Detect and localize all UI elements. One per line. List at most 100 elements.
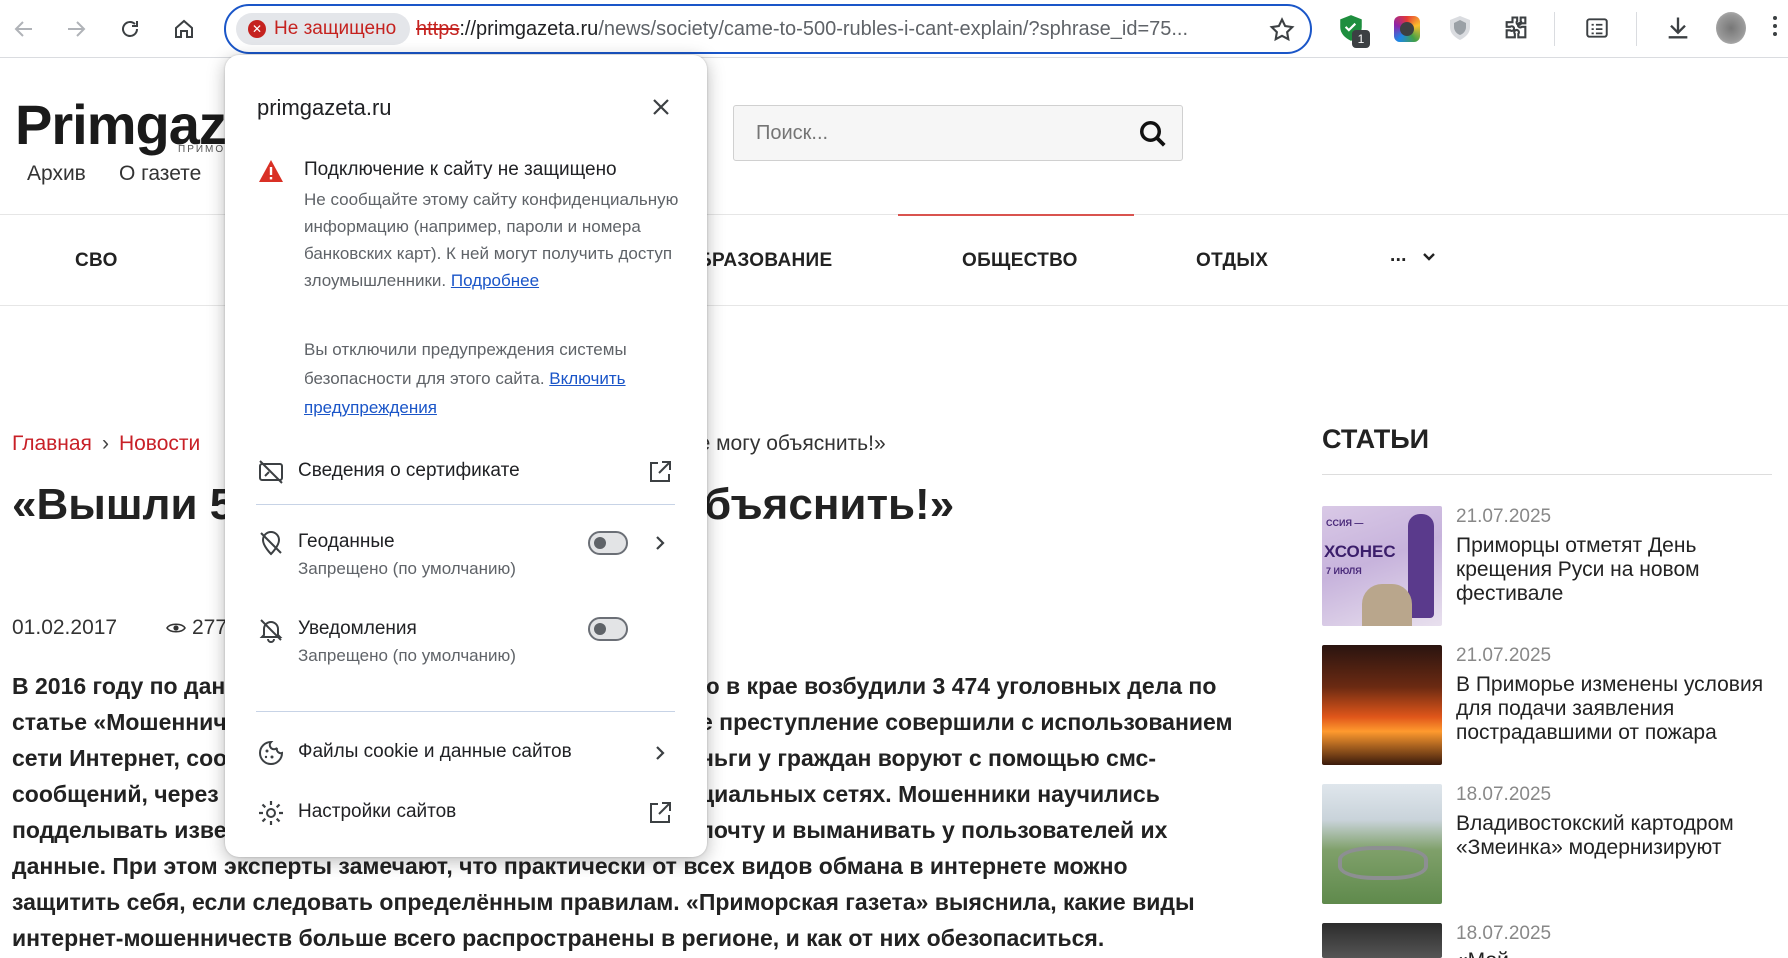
arrow-right-icon bbox=[68, 21, 86, 37]
thumbnail-church bbox=[1362, 584, 1412, 626]
article-line-left: статье «Мошеннич bbox=[12, 709, 227, 735]
category-svo[interactable]: СВО bbox=[75, 250, 118, 272]
search-icon[interactable] bbox=[1138, 119, 1168, 149]
certificate-off-icon bbox=[259, 460, 283, 484]
site-settings-label: Настройки сайтов bbox=[298, 801, 457, 822]
thumbnail-caption: 7 ИЮЛЯ bbox=[1326, 566, 1362, 576]
site-info-popup: primgazeta.ru Подключение к сайту не защ… bbox=[225, 55, 707, 857]
bookmark-star-icon[interactable] bbox=[1268, 16, 1296, 44]
url-host: ://primgazeta.ru bbox=[459, 18, 599, 40]
article-line-right: е преступление совершили с использование… bbox=[700, 709, 1233, 735]
external-link-icon bbox=[650, 461, 671, 482]
certificate-label: Сведения о сертификате bbox=[298, 460, 520, 481]
nav-about-link[interactable]: О газете bbox=[119, 162, 201, 186]
cookies-row[interactable]: Файлы cookie и данные сайтов bbox=[225, 728, 707, 778]
url-text[interactable]: https://primgazeta.ru/news/society/came-… bbox=[416, 18, 1236, 41]
search-input[interactable] bbox=[734, 106, 1124, 160]
extension-badge: 1 bbox=[1352, 30, 1370, 48]
article-headline-left: «Вышли 5 bbox=[12, 480, 235, 529]
article-views: 277 bbox=[166, 616, 227, 640]
cookie-icon bbox=[259, 740, 284, 765]
downloads-icon[interactable] bbox=[1664, 14, 1692, 42]
article-line-left: подделывать изве bbox=[12, 817, 227, 843]
chevron-down-icon bbox=[1422, 253, 1435, 261]
article-line-right: ньги у граждан воруют с помощью смс- bbox=[700, 745, 1156, 771]
article-line-right: циальных сетях. Мошенники научились bbox=[700, 781, 1160, 807]
eye-icon bbox=[166, 623, 186, 633]
sidebar-article-title[interactable]: В Приморье изменены условия для подачи з… bbox=[1456, 673, 1772, 745]
sidebar-article-item[interactable]: 18.07.2025 «Мой bbox=[1322, 923, 1772, 958]
breadcrumb: Главная › Новости bbox=[12, 432, 200, 456]
forward-button[interactable] bbox=[56, 9, 96, 49]
warnings-disabled-text: Вы отключили предупреждения системы безо… bbox=[304, 335, 684, 422]
not-secure-icon: ✕ bbox=[248, 20, 266, 38]
sidebar-article-title[interactable]: Приморцы отметят День крещения Руси на н… bbox=[1456, 534, 1772, 606]
sidebar-article-thumbnail bbox=[1322, 645, 1442, 765]
sidebar-article-date: 21.07.2025 bbox=[1456, 506, 1552, 527]
sidebar-article-item[interactable]: 21.07.2025 В Приморье изменены условия д… bbox=[1322, 645, 1772, 765]
warning-title: Подключение к сайту не защищено bbox=[304, 159, 617, 180]
learn-more-link[interactable]: Подробнее bbox=[451, 271, 539, 290]
nav-archive-link[interactable]: Архив bbox=[27, 162, 86, 186]
article-views-count: 277 bbox=[192, 616, 228, 639]
article-line-right: ю в крае возбудили 3 474 уголовных дела … bbox=[700, 673, 1217, 699]
geolocation-status: Запрещено (по умолчанию) bbox=[298, 559, 516, 578]
extension-shield[interactable]: 1 bbox=[1338, 14, 1370, 48]
article-line-left: интернет-мошенничеств больше всего распр… bbox=[12, 925, 1105, 951]
breadcrumb-home[interactable]: Главная bbox=[12, 432, 92, 455]
geolocation-row[interactable]: Геоданные Запрещено (по умолчанию) bbox=[225, 525, 707, 591]
sidebar-article-date: 18.07.2025 bbox=[1456, 923, 1552, 944]
sidebar-article-item[interactable]: ССИЯ — ХСОНЕС 7 ИЮЛЯ 21.07.2025 Приморцы… bbox=[1322, 506, 1772, 626]
sidebar-article-thumbnail bbox=[1322, 923, 1442, 958]
article-line-right: почту и выманивать у пользователей их bbox=[700, 817, 1168, 843]
security-chip[interactable]: ✕ Не защищено bbox=[236, 13, 411, 45]
article-date: 01.02.2017 bbox=[12, 616, 118, 639]
notifications-row[interactable]: Уведомления Запрещено (по умолчанию) bbox=[225, 612, 707, 678]
active-category-underline bbox=[898, 214, 1134, 216]
category-leisure[interactable]: ОТДЫХ bbox=[1196, 250, 1268, 272]
sidebar-article-title[interactable]: Владивостокский картодром «Змеинка» моде… bbox=[1456, 812, 1772, 860]
reload-button[interactable] bbox=[110, 9, 150, 49]
thumbnail-caption: ССИЯ — bbox=[1326, 518, 1364, 528]
thumbnail-track bbox=[1338, 846, 1428, 880]
article-line: интернет-мошенничеств больше всего распр… bbox=[12, 920, 1262, 956]
thumbnail-caption: ХСОНЕС bbox=[1324, 542, 1396, 561]
notifications-status: Запрещено (по умолчанию) bbox=[298, 646, 516, 665]
category-more-button[interactable]: ... bbox=[1390, 245, 1437, 267]
category-more-label: ... bbox=[1390, 245, 1407, 266]
certificate-row[interactable]: Сведения о сертификате bbox=[225, 447, 707, 497]
sidebar-article-item[interactable]: 18.07.2025 Владивостокский картодром «Зм… bbox=[1322, 784, 1772, 904]
home-button[interactable] bbox=[164, 9, 204, 49]
breadcrumb-separator: › bbox=[101, 432, 109, 455]
warning-text: Не сообщайте этому сайту конфиденциальну… bbox=[304, 186, 684, 294]
arrow-left-icon bbox=[14, 21, 32, 37]
profile-avatar[interactable] bbox=[1716, 12, 1746, 44]
notifications-off-icon bbox=[259, 619, 283, 643]
toggle-knob bbox=[594, 623, 606, 635]
popup-divider bbox=[256, 504, 675, 505]
reading-list-icon[interactable] bbox=[1584, 15, 1610, 41]
notifications-label: Уведомления bbox=[298, 618, 417, 639]
gear-icon bbox=[259, 801, 283, 825]
article-line: защитить себя, если следовать определённ… bbox=[12, 884, 1262, 920]
geolocation-toggle[interactable] bbox=[588, 531, 628, 555]
browser-menu-icon[interactable] bbox=[1770, 14, 1780, 42]
notifications-toggle[interactable] bbox=[588, 617, 628, 641]
color-picker-extension-icon[interactable] bbox=[1394, 16, 1420, 42]
geolocation-label: Геоданные bbox=[298, 531, 395, 552]
privacy-shield-icon[interactable] bbox=[1448, 15, 1474, 43]
address-bar[interactable]: ✕ Не защищено https://primgazeta.ru/news… bbox=[224, 4, 1312, 54]
category-society[interactable]: ОБЩЕСТВО bbox=[962, 250, 1078, 272]
site-settings-row[interactable]: Настройки сайтов bbox=[225, 788, 707, 838]
chevron-right-icon[interactable] bbox=[650, 533, 670, 553]
article-line-left: В 2016 году по дан bbox=[12, 673, 226, 699]
url-scheme: https bbox=[416, 18, 460, 40]
security-chip-label: Не защищено bbox=[274, 18, 397, 39]
sidebar-article-title[interactable]: «Мой bbox=[1456, 949, 1772, 958]
article-line-left: сети Интернет, соо bbox=[12, 745, 228, 771]
breadcrumb-news[interactable]: Новости bbox=[119, 432, 200, 455]
close-icon bbox=[653, 99, 669, 115]
extensions-puzzle-icon[interactable] bbox=[1502, 14, 1530, 42]
back-button[interactable] bbox=[4, 9, 44, 49]
popup-close-button[interactable] bbox=[645, 91, 677, 123]
